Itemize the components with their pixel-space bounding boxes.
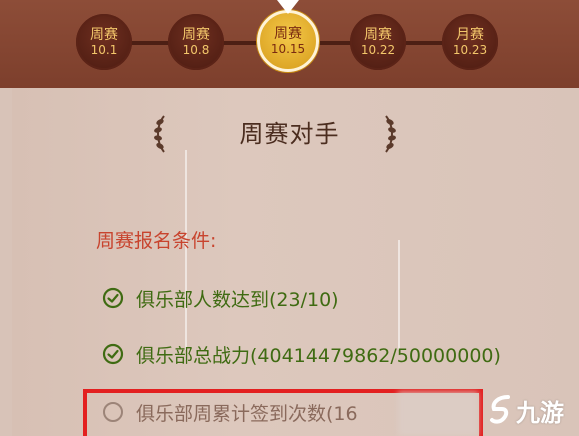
condition-item: 俱乐部周累计签到次数(16 — [102, 397, 358, 427]
watermark-text: 九游 — [516, 398, 564, 427]
screen: 周赛 10.1 周赛 10.8 周赛 10.15 周赛 10.22 月赛 10.… — [0, 0, 579, 436]
divider-line — [398, 240, 400, 350]
timeline-node-4[interactable]: 周赛 10.22 — [350, 14, 406, 70]
blurred-region — [398, 392, 478, 436]
timeline-node-5[interactable]: 月赛 10.23 — [442, 14, 498, 70]
node-date: 10.1 — [90, 43, 118, 57]
condition-item: 俱乐部总战力(40414479862/50000000) — [102, 339, 501, 369]
check-circle-icon — [102, 287, 124, 309]
node-date: 10.15 — [270, 42, 306, 56]
node-label: 周赛 — [182, 27, 210, 43]
condition-item: 俱乐部人数达到(23/10) — [102, 283, 339, 313]
node-label: 周赛 — [274, 26, 302, 42]
timeline-node-3-current[interactable]: 周赛 10.15 — [257, 10, 319, 72]
node-date: 10.8 — [182, 43, 210, 57]
current-week-pointer-icon — [277, 0, 299, 14]
week-timeline-bar: 周赛 10.1 周赛 10.8 周赛 10.15 周赛 10.22 月赛 10.… — [0, 0, 579, 88]
node-date: 10.23 — [452, 43, 488, 57]
condition-text: 俱乐部总战力(40414479862/50000000) — [136, 344, 501, 367]
watermark-swoosh-icon — [490, 395, 510, 424]
empty-circle-icon — [103, 402, 123, 422]
timeline-node-2[interactable]: 周赛 10.8 — [168, 14, 224, 70]
condition-text: 俱乐部周累计签到次数(16 — [136, 402, 358, 425]
section-title: 周赛对手 — [239, 120, 340, 148]
timeline-node-1[interactable]: 周赛 10.1 — [76, 14, 132, 70]
condition-text: 俱乐部人数达到(23/10) — [136, 288, 339, 311]
node-date: 10.22 — [360, 43, 396, 57]
check-circle-icon — [102, 343, 124, 365]
conditions-header: 周赛报名条件: — [96, 230, 217, 252]
node-label: 周赛 — [364, 27, 392, 43]
node-label: 月赛 — [456, 27, 484, 43]
watermark-logo: 九游 — [488, 392, 564, 428]
node-label: 周赛 — [90, 27, 118, 43]
